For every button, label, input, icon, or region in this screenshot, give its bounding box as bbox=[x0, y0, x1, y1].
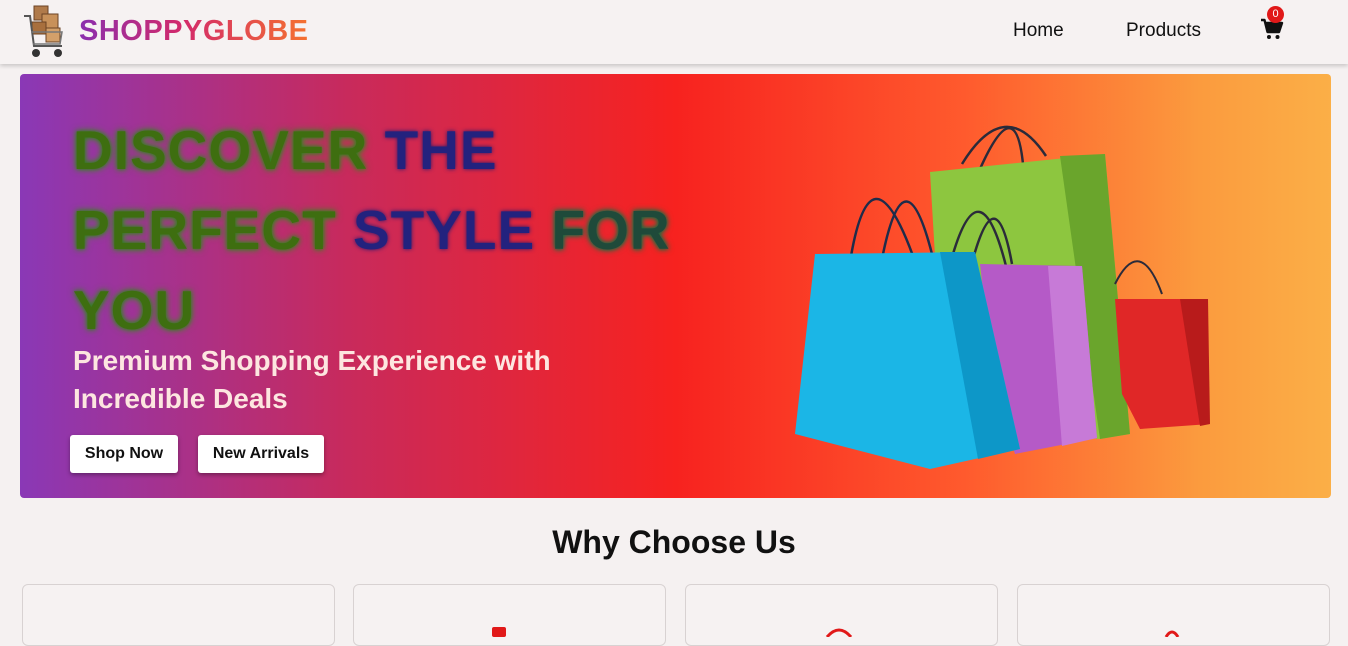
nav-products-link[interactable]: Products bbox=[1126, 20, 1201, 42]
brand-logo-text[interactable]: SHOPPYGLOBE bbox=[79, 15, 309, 48]
hero-banner: DISCOVER THE PERFECT STYLE FOR YOU Premi… bbox=[20, 74, 1331, 498]
feature-card bbox=[1017, 584, 1330, 646]
feature-card bbox=[685, 584, 998, 646]
hero-title: DISCOVER THE PERFECT STYLE FOR YOU bbox=[73, 110, 673, 350]
hero-title-word: FOR bbox=[551, 199, 671, 261]
shop-now-button[interactable]: Shop Now bbox=[70, 435, 178, 473]
hero-title-word: YOU bbox=[73, 279, 196, 341]
feature-icon bbox=[492, 627, 506, 637]
shopping-bags-image bbox=[795, 125, 1210, 469]
feature-card bbox=[353, 584, 666, 646]
hero-title-word: DISCOVER bbox=[73, 119, 369, 181]
hero-subtitle: Premium Shopping Experience with Incredi… bbox=[73, 345, 551, 414]
hero-title-word: PERFECT bbox=[73, 199, 337, 261]
feature-card bbox=[22, 584, 335, 646]
new-arrivals-button[interactable]: New Arrivals bbox=[198, 435, 324, 473]
shopping-cart-logo-icon[interactable] bbox=[22, 2, 68, 60]
site-header: SHOPPYGLOBE Home Products 0 bbox=[0, 0, 1348, 64]
hero-title-word: STYLE bbox=[352, 199, 536, 261]
feature-icon bbox=[825, 628, 853, 637]
why-choose-us-heading: Why Choose Us bbox=[552, 524, 796, 560]
hero-title-word: THE bbox=[384, 119, 498, 181]
nav-home-link[interactable]: Home bbox=[1013, 20, 1064, 42]
cart-count-badge: 0 bbox=[1267, 6, 1284, 23]
feature-icon bbox=[1164, 630, 1180, 637]
